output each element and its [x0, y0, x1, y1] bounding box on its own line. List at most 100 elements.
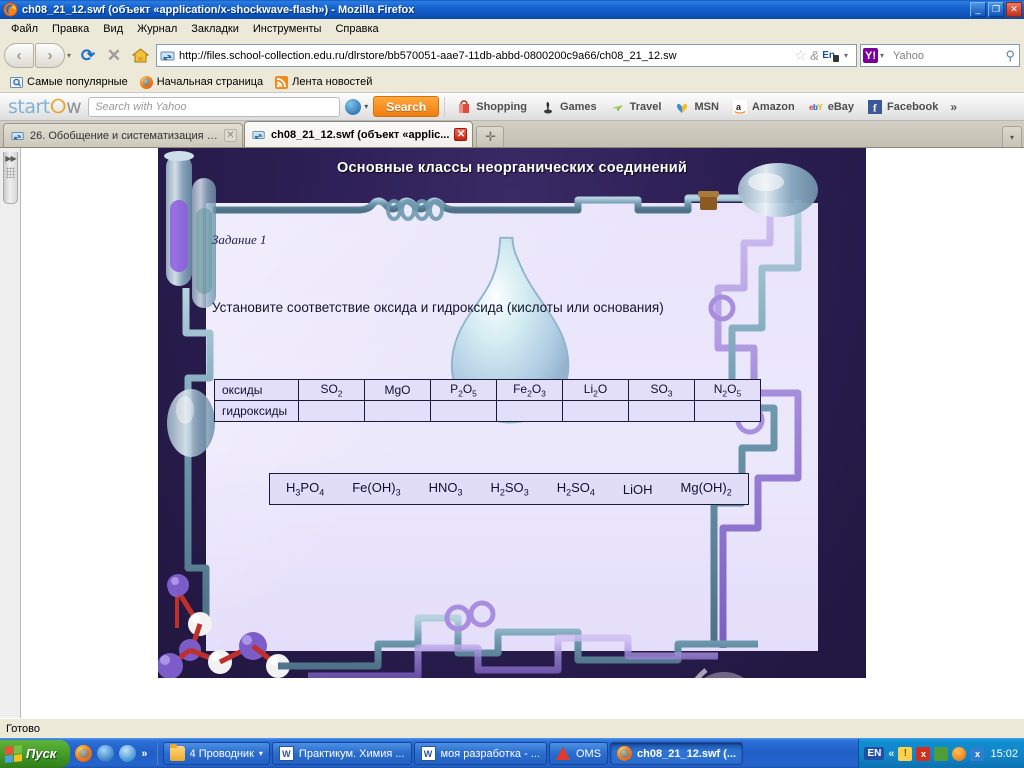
recorder-icon[interactable]: [952, 746, 967, 761]
hydroxide-dropzone-4[interactable]: [496, 400, 563, 422]
menu-view[interactable]: Вид: [96, 21, 130, 37]
start-label: Пуск: [26, 746, 57, 761]
search-bar[interactable]: Y! ▾ Yahoo ⚲: [860, 44, 1020, 67]
menu-help[interactable]: Справка: [328, 21, 385, 37]
startnow-link-amazon[interactable]: a Amazon: [726, 98, 802, 116]
travel-icon: [611, 100, 625, 114]
menu-file[interactable]: Файл: [4, 21, 45, 37]
stop-button[interactable]: ✕: [101, 43, 127, 69]
oxides-hydroxides-table: оксиды SO2 MgO P2O5 Fe2O3 Li2O SO3 N2O5 …: [214, 379, 761, 422]
logo-start-text: start: [8, 95, 50, 118]
language-indicator[interactable]: EN: [864, 747, 885, 760]
address-bar[interactable]: http://files.school-collection.edu.ru/dl…: [156, 44, 857, 67]
bookmark-home-page[interactable]: Начальная страница: [135, 75, 268, 90]
tab-close-icon[interactable]: ✕: [224, 129, 237, 142]
menu-bookmarks[interactable]: Закладки: [184, 21, 246, 37]
internet-explorer-icon[interactable]: [119, 745, 137, 762]
menu-tools[interactable]: Инструменты: [246, 21, 329, 37]
startnow-link-ebay[interactable]: ebY eBay: [802, 98, 861, 116]
feed-amp-icon[interactable]: &: [810, 48, 819, 63]
network-icon[interactable]: [934, 746, 949, 761]
menu-history[interactable]: Журнал: [130, 21, 184, 37]
minimize-button[interactable]: _: [970, 2, 986, 17]
new-tab-button[interactable]: ✛: [476, 126, 505, 147]
sidebar-grip[interactable]: ▶▶: [3, 152, 18, 204]
startnow-link-facebook[interactable]: f Facebook: [861, 98, 945, 116]
taskbar-divider: [155, 742, 158, 765]
shield-icon[interactable]: !: [898, 746, 913, 761]
startnow-link-games[interactable]: Games: [534, 98, 604, 116]
answer-token-7[interactable]: Mg(OH)2: [681, 480, 732, 498]
language-lock-icon[interactable]: En: [822, 50, 839, 62]
svg-text:f: f: [873, 102, 877, 114]
antivirus-icon[interactable]: x: [916, 746, 931, 761]
link-label: Travel: [629, 100, 662, 113]
startnow-search-input[interactable]: Search with Yahoo: [88, 96, 341, 117]
search-icon[interactable]: ⚲: [1005, 48, 1017, 64]
search-provider-icon[interactable]: [345, 98, 362, 115]
startnow-more-button[interactable]: »: [945, 100, 962, 114]
tab-list-dropdown-icon[interactable]: ▾: [1002, 126, 1022, 147]
sidebar-toggle-handle[interactable]: ▶▶: [0, 148, 21, 718]
task-button-explorer[interactable]: 4 Проводник ▾: [162, 742, 270, 765]
hydroxide-dropzone-6[interactable]: [628, 400, 695, 422]
quicklaunch-more-icon[interactable]: »: [141, 748, 147, 760]
tab-item-active[interactable]: ch08_21_12.swf (объект «applic... ✕: [244, 121, 474, 147]
start-button[interactable]: Пуск: [0, 739, 71, 768]
answer-token-1[interactable]: H3PO4: [286, 480, 324, 498]
forward-button[interactable]: ›: [35, 43, 65, 68]
yahoo-icon[interactable]: Y!: [863, 48, 878, 63]
firefox-icon[interactable]: [75, 745, 93, 762]
startnow-link-travel[interactable]: Travel: [604, 98, 669, 116]
flash-stage[interactable]: Основные классы неорганических соединени…: [158, 148, 866, 678]
hydroxide-dropzone-1[interactable]: [298, 400, 365, 422]
bookmark-label: Лента новостей: [292, 76, 373, 88]
home-button[interactable]: [127, 43, 153, 69]
hydroxide-dropzone-3[interactable]: [430, 400, 497, 422]
hydroxide-dropzone-2[interactable]: [364, 400, 431, 422]
task-button-firefox-active[interactable]: ch08_21_12.swf (...: [610, 742, 744, 765]
answer-token-6[interactable]: LiOH: [623, 482, 653, 497]
answer-token-3[interactable]: HNO3: [429, 480, 463, 498]
toolbar-divider: [444, 96, 446, 117]
answer-token-5[interactable]: H2SO4: [557, 480, 595, 498]
startnow-logo[interactable]: startⵔw: [4, 96, 88, 118]
identity-dropdown-icon[interactable]: ▾: [844, 51, 848, 60]
hydroxide-dropzone-5[interactable]: [562, 400, 629, 422]
answer-token-4[interactable]: H2SO3: [490, 480, 528, 498]
tab-item[interactable]: 26. Обобщение и систематизация зн... ✕: [3, 123, 243, 147]
close-button[interactable]: ✕: [1006, 2, 1022, 17]
media-player-icon[interactable]: [97, 745, 115, 762]
history-dropdown-icon[interactable]: ▾: [67, 51, 71, 60]
search-provider-dropdown-icon[interactable]: ▾: [364, 102, 368, 111]
startnow-link-msn[interactable]: MSN: [668, 98, 725, 116]
bookmark-news-feed[interactable]: Лента новостей: [270, 75, 377, 90]
tab-close-icon[interactable]: ✕: [454, 128, 468, 141]
clock[interactable]: 15:02: [988, 748, 1018, 760]
updates-icon[interactable]: x: [970, 746, 985, 761]
rss-icon: [275, 75, 289, 89]
startnow-search-button[interactable]: Search: [373, 96, 440, 117]
back-button[interactable]: ‹: [4, 43, 34, 68]
bookmark-most-popular[interactable]: Самые популярные: [5, 75, 133, 90]
task-button-praktikum[interactable]: W Практикум. Химия ...: [271, 742, 412, 765]
window-title: ch08_21_12.swf (объект «application/x-sh…: [22, 3, 415, 16]
search-engine-dropdown-icon[interactable]: ▾: [880, 51, 884, 60]
answer-token-2[interactable]: Fe(OH)3: [352, 480, 400, 498]
joystick-icon: [541, 100, 555, 114]
tab-strip: 26. Обобщение и систематизация зн... ✕ c…: [0, 121, 1024, 148]
tray-expand-icon[interactable]: «: [888, 748, 894, 760]
search-input[interactable]: Yahoo: [888, 50, 1005, 62]
startnow-link-shopping[interactable]: Shopping: [450, 98, 534, 116]
task-label: OMS: [575, 747, 602, 760]
title-bar: ch08_21_12.swf (объект «application/x-sh…: [0, 0, 1024, 19]
hydroxide-dropzone-7[interactable]: [694, 400, 761, 422]
reload-button[interactable]: ⟳: [75, 43, 101, 69]
bookmark-star-icon[interactable]: ☆: [794, 47, 807, 64]
chevron-down-icon[interactable]: ▾: [259, 749, 263, 758]
task-button-razrabotka[interactable]: W моя разработка - ...: [413, 742, 547, 765]
facebook-icon: f: [868, 99, 882, 114]
maximize-button[interactable]: ❐: [988, 2, 1004, 17]
task-button-oms[interactable]: OMS: [548, 742, 609, 765]
menu-edit[interactable]: Правка: [45, 21, 96, 37]
